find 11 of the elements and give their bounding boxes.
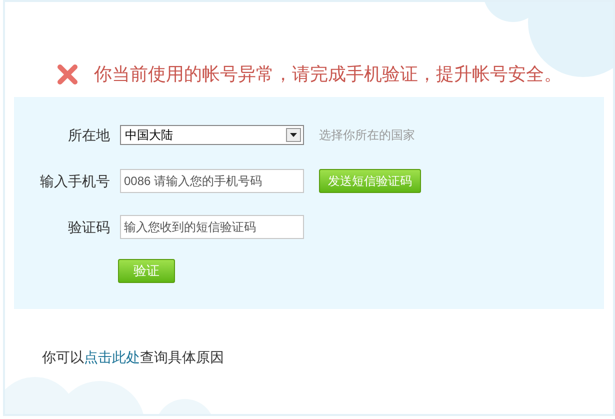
field-label: 所在地 [67, 126, 110, 144]
hint-text: 选择你所在的国家 [319, 127, 415, 144]
field-label: 验证码 [67, 218, 110, 236]
alert-message: 你当前使用的帐号异常，请完成手机验证，提升帐号安全。 [94, 62, 562, 86]
reason-sentence: 你可以点击此处查询具体原因 [42, 348, 225, 367]
country-select[interactable]: 中国大陆 [120, 125, 304, 145]
input-field[interactable]: 0086 请输入您的手机号码 [120, 169, 304, 193]
input-field[interactable]: 输入您收到的短信验证码 [120, 215, 304, 239]
field-label: 输入手机号 [39, 172, 110, 190]
error-x-icon [57, 64, 78, 84]
click-here-link[interactable]: 点击此处 [84, 349, 140, 365]
